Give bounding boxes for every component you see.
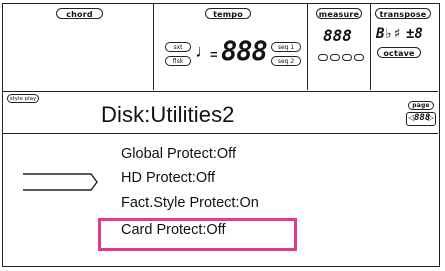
flsk-tag: flsk	[165, 56, 191, 66]
page-value-box: ◁ 888 ▷	[406, 112, 436, 126]
seq1-tag: seq 1	[271, 42, 301, 52]
page-title: Disk:Utilities2	[101, 102, 235, 127]
tempo-value: 888	[221, 36, 268, 67]
page-indicator[interactable]: page ◁ 888 ▷	[406, 101, 436, 129]
title-divider	[3, 133, 438, 134]
selection-arrow-icon	[23, 173, 98, 191]
mode-tag: style play	[7, 94, 39, 103]
lcd-screen: chord tempo sxt flsk ♩ = 888 seq 1 seq 2…	[2, 3, 440, 267]
tempo-label: tempo	[205, 8, 251, 19]
page-right-arrow-icon: ▷	[427, 113, 434, 122]
beat-dot	[330, 54, 340, 61]
beat-indicators	[318, 48, 366, 66]
measure-value: 888	[323, 26, 352, 45]
sxt-tag: sxt	[165, 42, 191, 52]
beat-dot	[342, 54, 352, 61]
status-header: chord tempo sxt flsk ♩ = 888 seq 1 seq 2…	[3, 4, 438, 92]
tempo-equals: =	[210, 47, 218, 62]
chord-section: chord	[3, 4, 154, 90]
transpose-accidental: B♭♯	[376, 26, 402, 42]
chord-label: chord	[56, 8, 103, 19]
octave-label: octave	[377, 47, 421, 58]
tempo-section: tempo sxt flsk ♩ = 888 seq 1 seq 2	[154, 4, 308, 90]
transpose-label: transpose	[375, 8, 431, 19]
menu-item-fact-style-protect[interactable]: Fact.Style Protect:On	[121, 195, 259, 211]
menu-item-hd-protect[interactable]: HD Protect:Off	[121, 170, 215, 186]
measure-label: measure	[316, 8, 362, 19]
seq2-tag: seq 2	[271, 56, 301, 66]
beat-dot	[354, 54, 364, 61]
page-label: page	[408, 101, 434, 110]
card-protect-highlight	[98, 218, 297, 251]
menu-item-global-protect[interactable]: Global Protect:Off	[121, 146, 236, 162]
transpose-value: ±8	[406, 26, 423, 42]
transpose-section: transpose B♭♯ ±8 octave	[371, 4, 438, 90]
measure-section: measure 888	[308, 4, 371, 90]
beat-dot	[318, 54, 328, 61]
